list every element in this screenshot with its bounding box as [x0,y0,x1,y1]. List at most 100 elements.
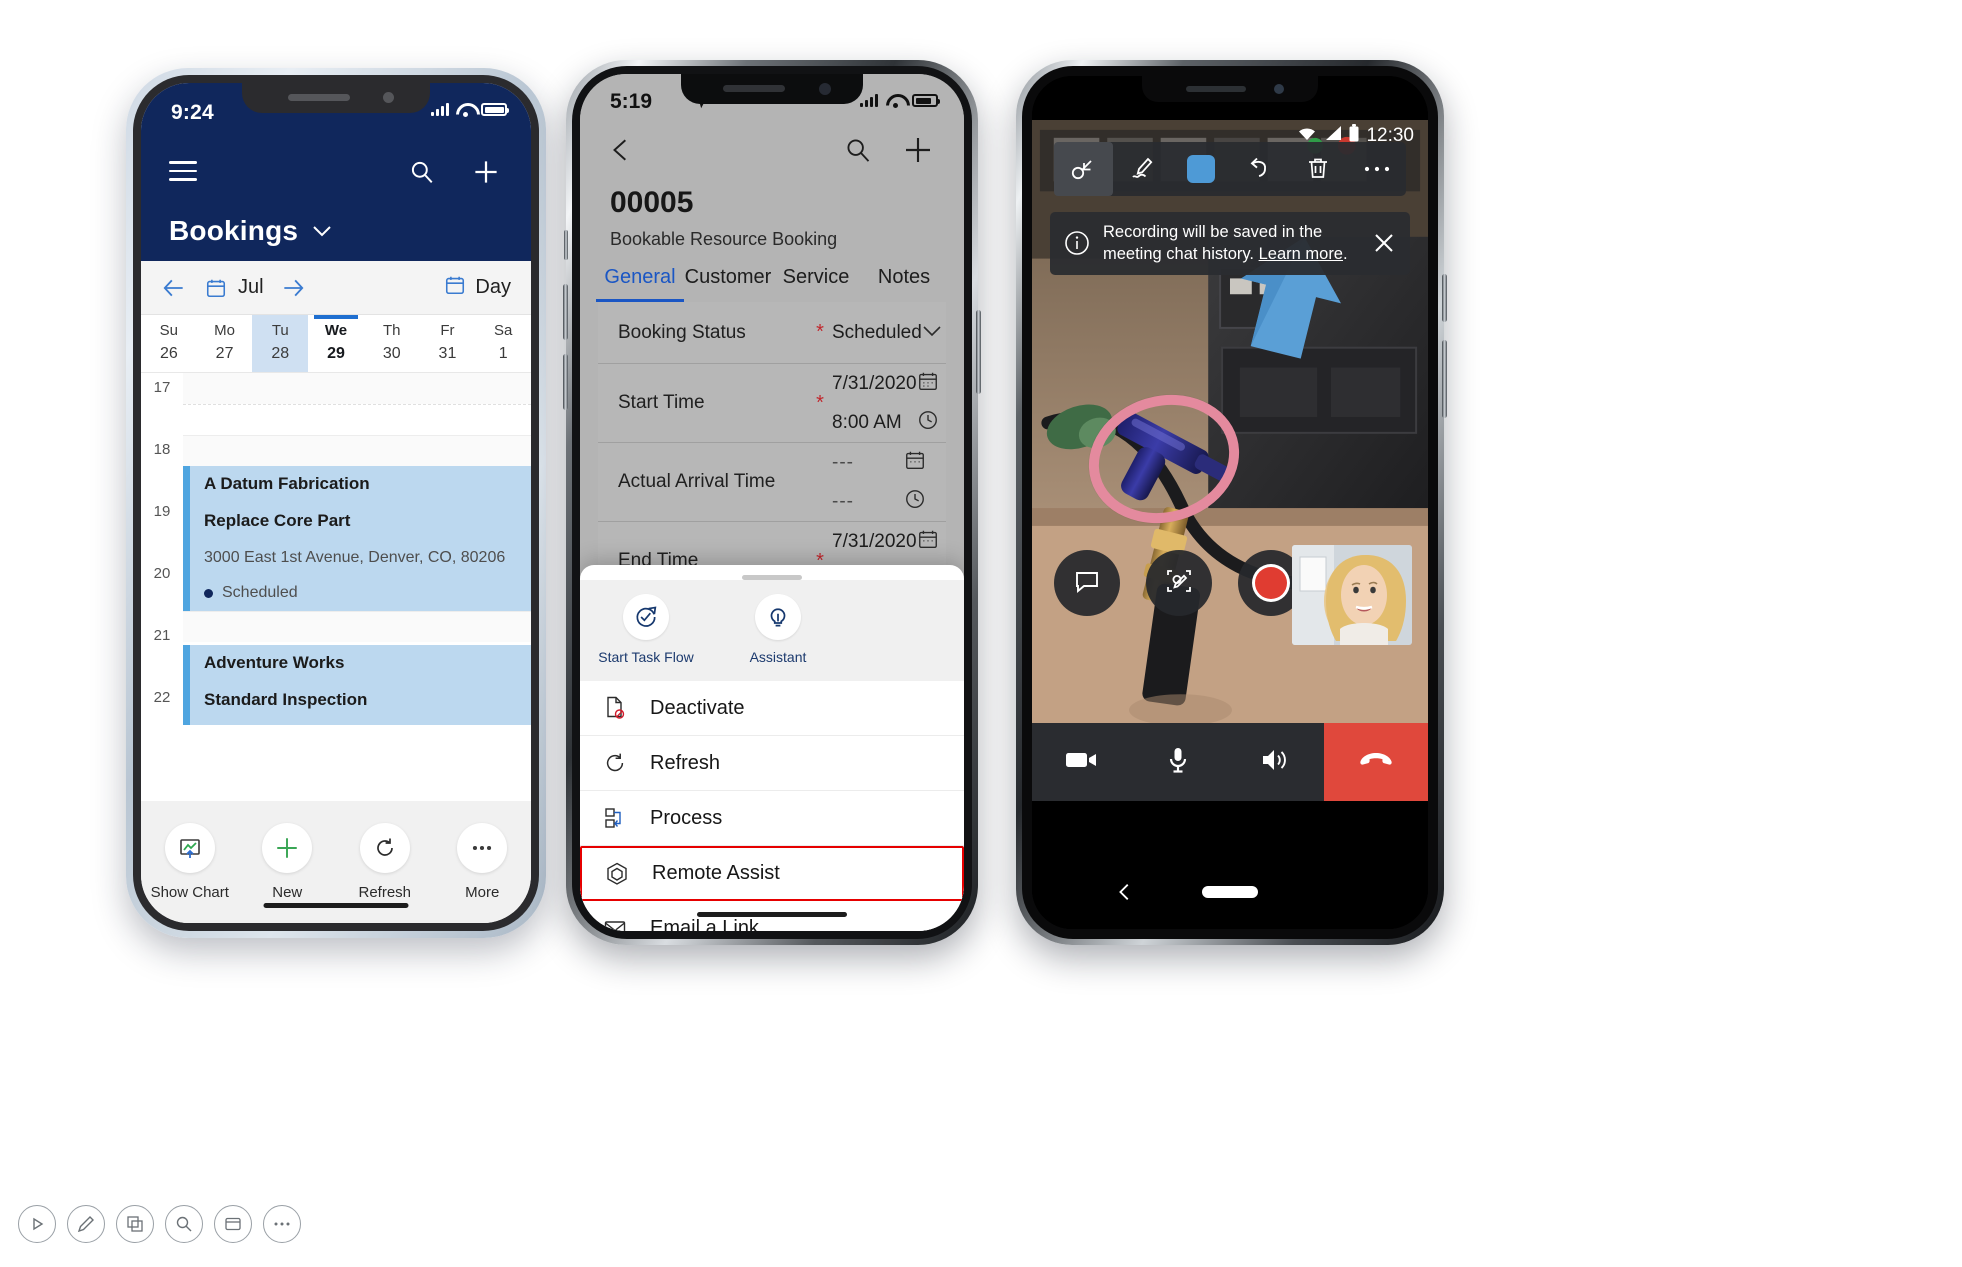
week-day[interactable]: Fr 31 [420,315,476,372]
week-day-name: Sa [493,322,513,339]
close-icon[interactable] [1370,229,1398,257]
week-day[interactable]: Mo 27 [197,315,253,372]
week-day-name: Fr [440,322,455,339]
status-clock: 12:30 [1366,124,1414,146]
frame-icon[interactable] [214,1205,252,1243]
phone1-notch [242,83,430,113]
arrow-left-icon[interactable] [161,275,187,301]
search-icon[interactable] [844,136,872,164]
field-actual-arrival-time[interactable]: Actual Arrival Time --- --- [598,443,946,522]
tab-service[interactable]: Service [772,266,860,302]
clock-icon[interactable] [917,409,939,436]
battery-icon [912,94,940,107]
week-day[interactable]: Th 30 [364,315,420,372]
hang-up-icon [1359,749,1393,776]
status-icons: 12:30 [1297,124,1414,147]
wifi-icon [1297,125,1317,146]
record-id: 00005 [610,186,694,219]
self-video-thumbnail[interactable] [1292,545,1412,645]
booking-card[interactable]: Adventure Works Standard Inspection 162 … [183,645,531,725]
refresh-icon [598,749,632,777]
more-icon[interactable] [263,1205,301,1243]
week-day[interactable]: Su 26 [141,315,197,372]
learn-more-link[interactable]: Learn more [1259,245,1343,263]
search-icon[interactable] [409,159,435,185]
menu-item-process[interactable]: Process [580,791,964,846]
tab-notes[interactable]: Notes [860,266,948,302]
menu-item-label: Email a Link [650,917,759,931]
deactivate-document-icon [598,694,632,722]
chevron-left-icon[interactable] [608,134,634,166]
view-switcher[interactable]: Day [444,274,511,301]
hamburger-icon[interactable] [169,161,197,181]
start-task-flow-label: Start Task Flow [598,649,694,665]
power-button[interactable] [976,310,981,394]
mute-switch[interactable] [564,230,568,260]
hour-label: 21 [153,627,171,644]
more-button[interactable]: More [434,801,532,923]
more-label: More [465,884,500,901]
home-indicator[interactable] [697,912,847,917]
clock-icon[interactable] [904,488,926,515]
ellipsis-icon [457,823,508,873]
phone-remote-assist-call: 12:30 Recording will be saved in the mee… [1016,60,1447,945]
show-chart-button[interactable]: Show Chart [141,801,239,923]
android-nav-bar [1032,855,1428,929]
play-icon[interactable] [18,1205,56,1243]
refresh-label: Refresh [358,884,412,901]
menu-item-refresh[interactable]: Refresh [580,736,964,791]
field-label: Start Time [618,392,705,413]
mute-toggle-button[interactable] [1129,723,1226,801]
calendar-icon[interactable] [205,277,227,299]
earpiece-speaker [723,85,785,92]
chevron-down-icon [312,224,332,242]
chat-button[interactable] [1054,550,1120,616]
plus-icon[interactable] [902,134,934,166]
week-day-selected[interactable]: Tu 28 [252,315,309,372]
tab-customer[interactable]: Customer [684,266,772,302]
signal-icon [860,94,878,107]
menu-item-deactivate[interactable]: Deactivate [580,681,964,736]
info-icon [1062,228,1092,258]
pen-icon[interactable] [67,1205,105,1243]
recording-banner-text: Recording will be saved in the meeting c… [1103,221,1370,266]
signal-icon [431,103,449,116]
field-booking-status[interactable]: Booking Status * Scheduled [598,302,946,364]
recording-banner: Recording will be saved in the meeting c… [1050,212,1410,275]
plus-icon[interactable] [471,157,501,187]
arrow-right-icon[interactable] [280,275,306,301]
field-value: Scheduled [832,321,922,343]
volume-down-button[interactable] [563,354,568,410]
assistant-button[interactable]: Assistant [712,594,844,665]
calendar-icon[interactable] [917,370,939,397]
chevron-down-icon[interactable] [922,324,942,342]
copy-icon[interactable] [116,1205,154,1243]
week-day-today[interactable]: We 29 [308,315,364,372]
record-page: 5:19 00005 Bookable Resource Booking Gen… [580,74,964,931]
android-back-icon[interactable] [1114,881,1136,903]
calendar-icon[interactable] [917,528,939,555]
task-flow-icon [623,594,669,640]
speaker-toggle-button[interactable] [1227,723,1324,801]
field-start-time[interactable]: Start Time * 7/31/2020 8:00 AM [598,364,946,443]
power-button[interactable] [1442,274,1447,322]
process-icon [598,804,632,832]
menu-item-remote-assist[interactable]: Remote Assist [580,846,964,901]
calendar-icon[interactable] [904,449,926,476]
volume-up-button[interactable] [563,284,568,340]
week-day[interactable]: Sa 1 [475,315,531,372]
page-title[interactable]: Bookings [141,201,531,261]
booking-card[interactable]: A Datum Fabrication Replace Core Part 30… [183,466,531,611]
entity-name: Bookable Resource Booking [610,229,838,249]
tab-general[interactable]: General [596,266,684,302]
start-task-flow-button[interactable]: Start Task Flow [580,594,712,665]
new-label: New [272,884,303,901]
home-indicator[interactable] [263,903,409,908]
android-home-pill-icon[interactable] [1202,886,1258,898]
battery-icon [1349,124,1359,147]
video-toggle-button[interactable] [1032,723,1129,801]
annotate-button[interactable] [1146,550,1212,616]
magnifier-icon[interactable] [165,1205,203,1243]
volume-button[interactable] [1442,340,1447,418]
hang-up-button[interactable] [1323,723,1428,801]
